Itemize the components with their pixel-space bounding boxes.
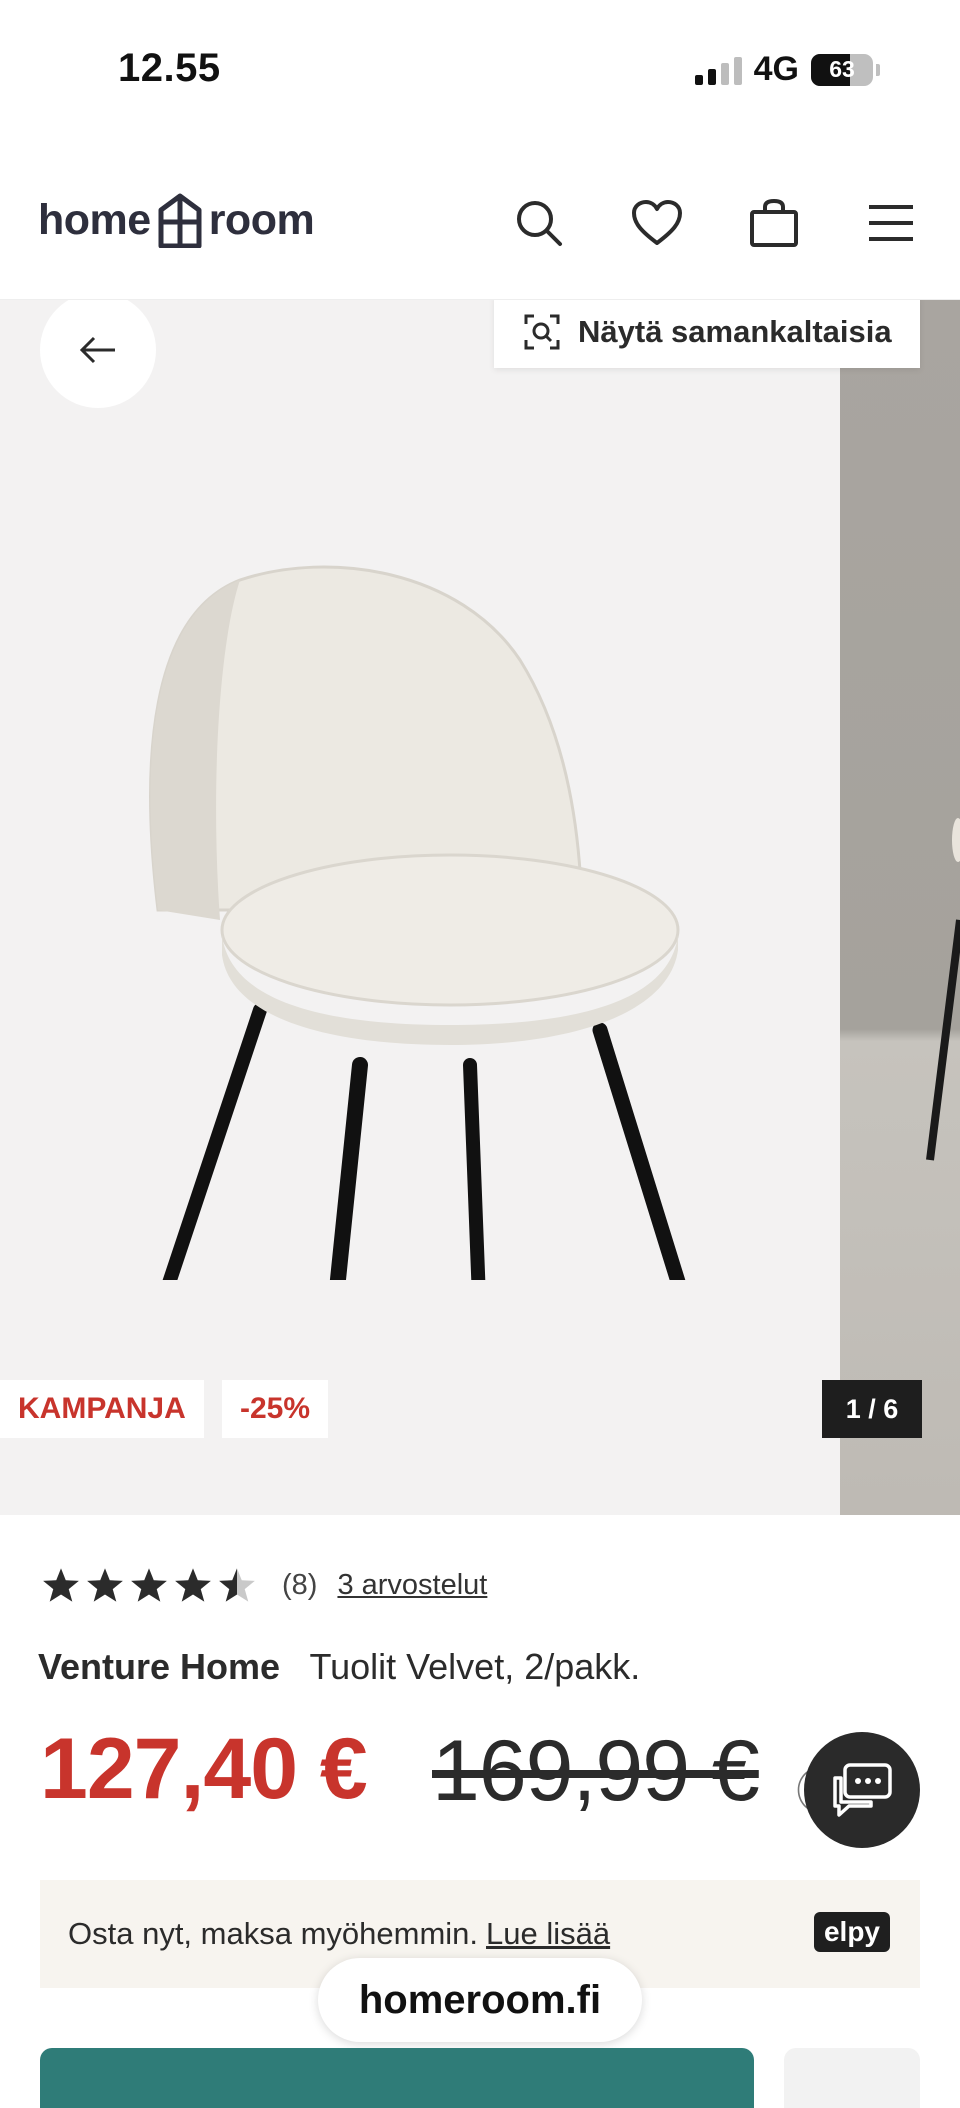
bnpl-text: Osta nyt, maksa myöhemmin. — [68, 1916, 479, 1951]
chat-button[interactable] — [804, 1732, 920, 1848]
star-icon — [43, 1568, 79, 1602]
campaign-badge: KAMPANJA — [0, 1380, 204, 1438]
network-type: 4G — [753, 50, 799, 88]
reviews-link[interactable]: 3 arvostelut — [337, 1569, 487, 1602]
image-counter: 1 / 6 — [822, 1380, 922, 1438]
star-icon — [131, 1568, 167, 1602]
rating-row: (8) 3 arvostelut — [42, 1566, 487, 1604]
show-similar-label: Näytä samankaltaisia — [578, 314, 892, 349]
battery-icon: 63 — [811, 53, 873, 86]
star-icon — [219, 1568, 255, 1602]
show-similar-button[interactable]: Näytä samankaltaisia — [494, 300, 920, 368]
visual-search-icon — [524, 314, 560, 350]
status-indicators: 4G 63 — [694, 50, 880, 89]
status-bar: 12.55 4G 63 — [0, 0, 960, 140]
back-button[interactable] — [40, 300, 156, 408]
search-icon[interactable] — [512, 196, 566, 250]
original-price: 169,99 € — [432, 1723, 760, 1819]
discount-badge: -25% — [222, 1380, 329, 1438]
product-name: Tuolit Velvet, 2/pakk. — [309, 1646, 641, 1687]
product-image-chair — [149, 565, 686, 1280]
rating-count: (8) — [282, 1568, 318, 1601]
signal-icon — [694, 55, 742, 85]
next-product-photo[interactable] — [840, 300, 960, 1515]
star-icon — [87, 1568, 123, 1602]
bag-icon[interactable] — [747, 196, 801, 250]
menu-icon[interactable] — [864, 196, 918, 250]
homeroom-logo[interactable]: home room — [38, 192, 315, 248]
browser-url-pill[interactable]: homeroom.fi — [318, 1958, 642, 2042]
logo-text-room: room — [208, 195, 315, 244]
site-header: home room — [0, 140, 960, 300]
house-logo-icon — [158, 193, 202, 248]
star-icon — [175, 1568, 211, 1602]
product-title: Venture Home Tuolit Velvet, 2/pakk. — [38, 1646, 640, 1688]
status-time: 12.55 — [118, 46, 221, 90]
current-price: 127,40 € — [40, 1721, 368, 1817]
heart-icon[interactable] — [630, 196, 684, 250]
rating-stars — [42, 1566, 256, 1604]
product-gallery[interactable]: Näytä samankaltaisia KAMPANJA -25% 1 / 6 — [0, 300, 960, 1515]
elpy-logo: elpy — [813, 1912, 890, 1952]
chat-icon — [833, 1763, 892, 1817]
product-brand[interactable]: Venture Home — [38, 1646, 280, 1687]
logo-text-home: home — [38, 195, 151, 244]
secondary-action-button[interactable] — [784, 2048, 920, 2108]
add-to-cart-button[interactable] — [40, 2048, 754, 2108]
battery-percent: 63 — [829, 56, 855, 82]
bnpl-read-more-link[interactable]: Lue lisää — [486, 1916, 610, 1952]
arrow-left-icon — [79, 336, 115, 364]
